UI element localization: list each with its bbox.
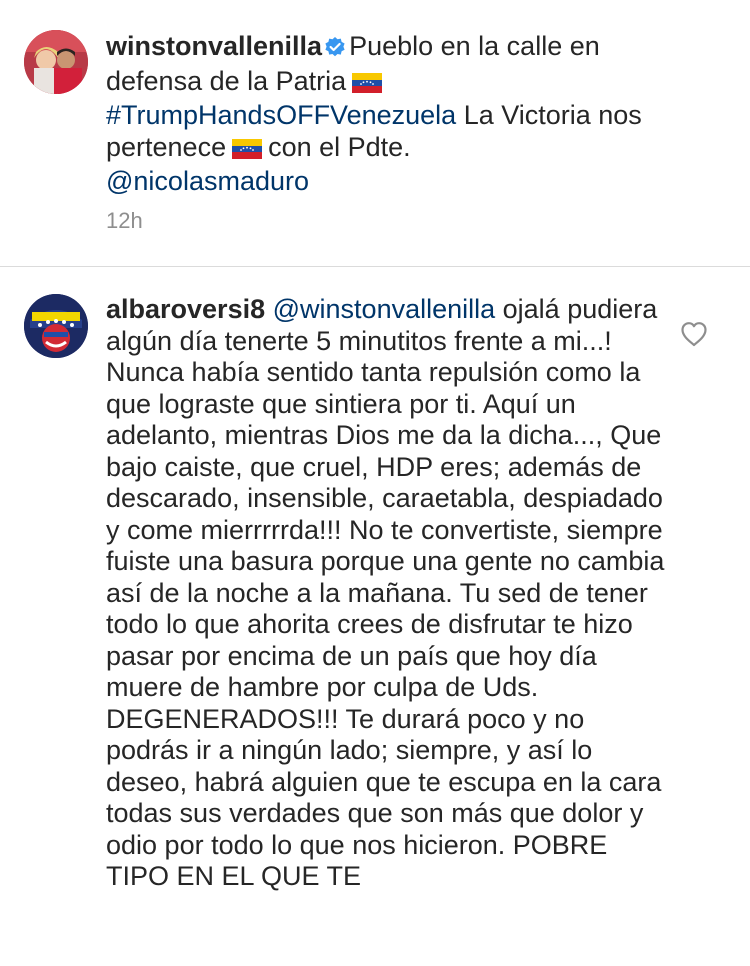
comment-body: ojalá pudiera algún día tenerte 5 minuti… [106,294,665,891]
venezuela-flag-icon [352,69,383,101]
post-timestamp: 12h [106,208,143,233]
avatar[interactable] [24,30,88,94]
comment-text: albaroversi8 @winstonvallenilla ojalá pu… [106,294,666,893]
heart-outline-icon[interactable] [680,321,708,352]
profile-photo [24,30,88,94]
post-caption: winstonvallenilla Pueblo en la calle en d… [0,0,750,266]
comment-username[interactable]: albaroversi8 [106,294,265,324]
caption-line-3: con el Pdte. [268,131,411,162]
hashtag-link[interactable]: #TrumpHandsOFFVenezuela [106,100,456,130]
divider [0,266,750,267]
caption-text: winstonvallenilla Pueblo en la calle en d… [106,31,646,198]
post-username[interactable]: winstonvallenilla [106,31,322,61]
comment-avatar[interactable] [24,294,88,358]
comment-mention-link[interactable]: @winstonvallenilla [273,294,496,324]
mention-link[interactable]: @nicolasmaduro [106,166,309,196]
profile-photo [24,294,88,358]
verified-badge-icon [324,34,346,66]
venezuela-flag-icon [232,135,263,167]
